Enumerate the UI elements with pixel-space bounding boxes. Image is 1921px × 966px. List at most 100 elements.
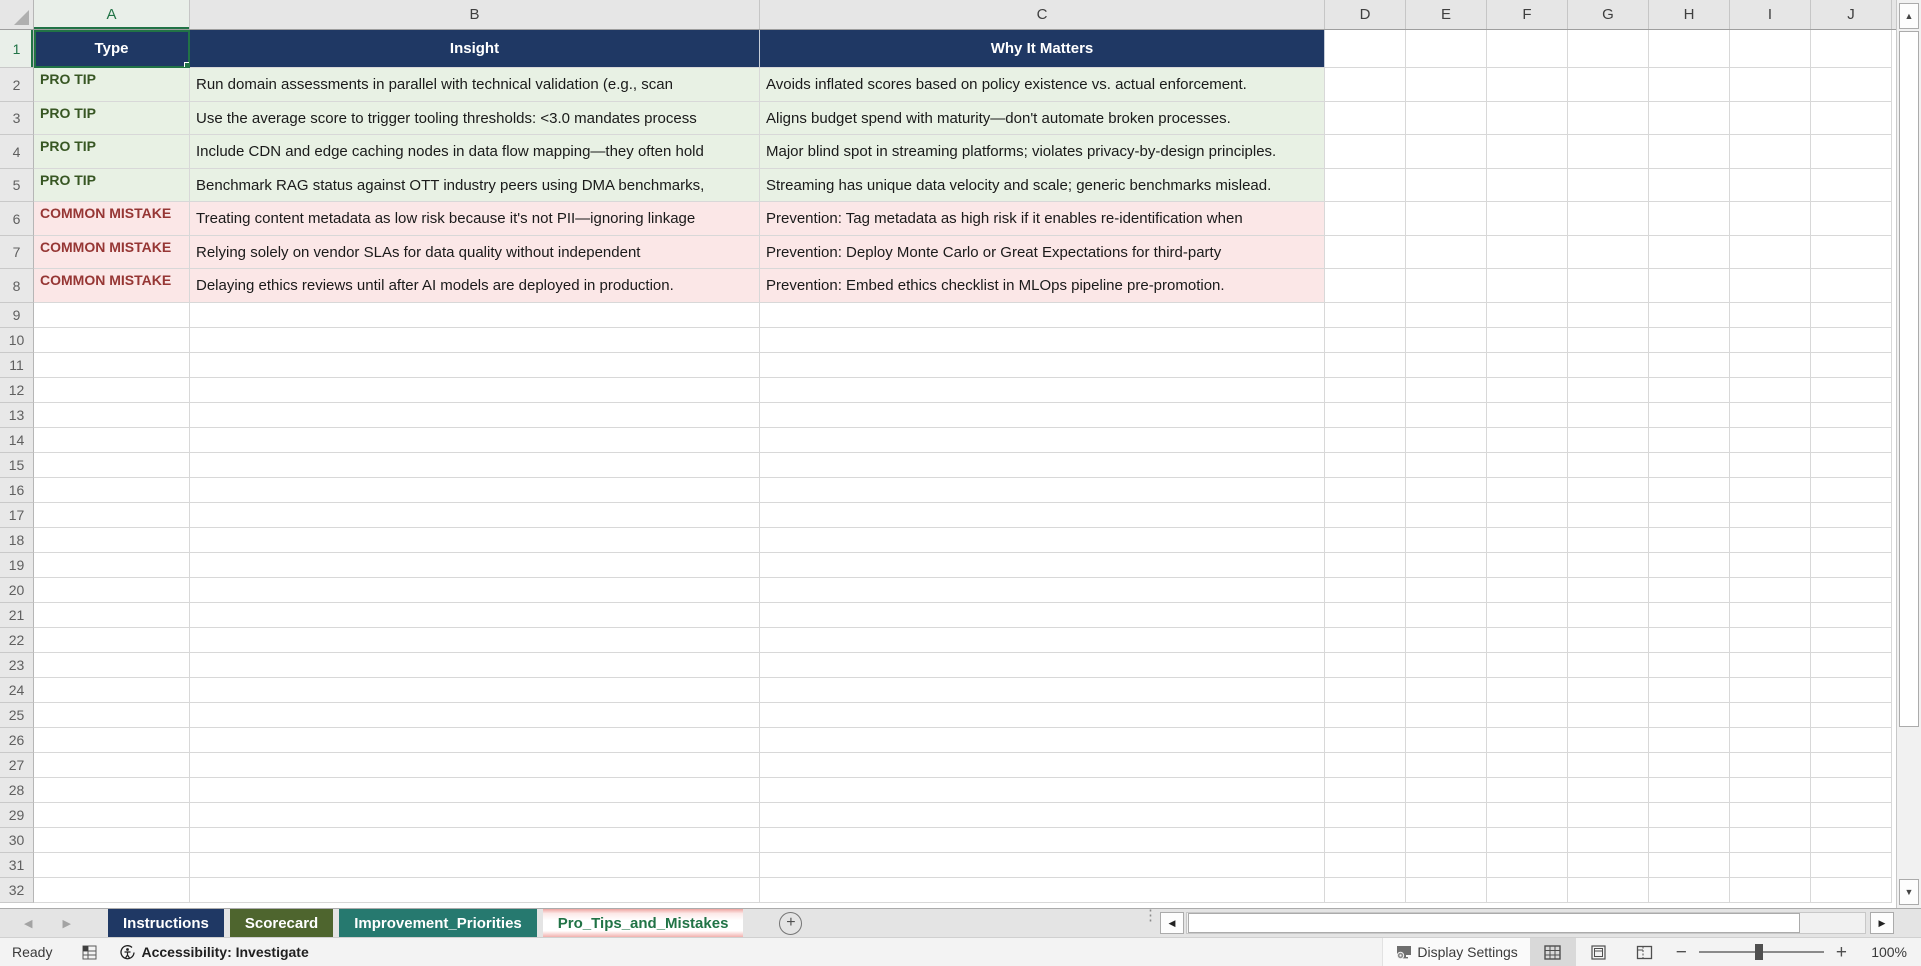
cell-B31[interactable] xyxy=(190,853,760,878)
page-break-preview-button[interactable] xyxy=(1622,938,1668,966)
cell-D9[interactable] xyxy=(1325,303,1406,328)
cell-F17[interactable] xyxy=(1487,503,1568,528)
cell-I10[interactable] xyxy=(1730,328,1811,353)
cell-F26[interactable] xyxy=(1487,728,1568,753)
cell-E31[interactable] xyxy=(1406,853,1487,878)
cell-B32[interactable] xyxy=(190,878,760,903)
cell-B14[interactable] xyxy=(190,428,760,453)
cell-G10[interactable] xyxy=(1568,328,1649,353)
row-header-30[interactable]: 30 xyxy=(0,828,34,853)
cell-D2[interactable] xyxy=(1325,68,1406,102)
cell-C6[interactable]: Prevention: Tag metadata as high risk if… xyxy=(760,202,1325,236)
cell-B29[interactable] xyxy=(190,803,760,828)
cell-B24[interactable] xyxy=(190,678,760,703)
cell-D3[interactable] xyxy=(1325,102,1406,135)
cell-F12[interactable] xyxy=(1487,378,1568,403)
cell-H24[interactable] xyxy=(1649,678,1730,703)
cell-E12[interactable] xyxy=(1406,378,1487,403)
cell-A4[interactable]: PRO TIP xyxy=(34,135,190,169)
cell-B16[interactable] xyxy=(190,478,760,503)
cell-E24[interactable] xyxy=(1406,678,1487,703)
cell-A6[interactable]: COMMON MISTAKE xyxy=(34,202,190,236)
cell-J18[interactable] xyxy=(1811,528,1892,553)
cell-J20[interactable] xyxy=(1811,578,1892,603)
cell-H19[interactable] xyxy=(1649,553,1730,578)
cell-H14[interactable] xyxy=(1649,428,1730,453)
cell-E15[interactable] xyxy=(1406,453,1487,478)
cell-A29[interactable] xyxy=(34,803,190,828)
cell-J13[interactable] xyxy=(1811,403,1892,428)
cell-E28[interactable] xyxy=(1406,778,1487,803)
cell-B8[interactable]: Delaying ethics reviews until after AI m… xyxy=(190,269,760,303)
cell-E10[interactable] xyxy=(1406,328,1487,353)
cell-G31[interactable] xyxy=(1568,853,1649,878)
cell-E4[interactable] xyxy=(1406,135,1487,169)
cell-F31[interactable] xyxy=(1487,853,1568,878)
cell-G29[interactable] xyxy=(1568,803,1649,828)
cell-J7[interactable] xyxy=(1811,236,1892,269)
cell-C16[interactable] xyxy=(760,478,1325,503)
row-header-13[interactable]: 13 xyxy=(0,403,34,428)
cell-J22[interactable] xyxy=(1811,628,1892,653)
cell-G22[interactable] xyxy=(1568,628,1649,653)
cell-I20[interactable] xyxy=(1730,578,1811,603)
cell-J8[interactable] xyxy=(1811,269,1892,303)
cell-G21[interactable] xyxy=(1568,603,1649,628)
cell-D10[interactable] xyxy=(1325,328,1406,353)
cell-H17[interactable] xyxy=(1649,503,1730,528)
cell-I24[interactable] xyxy=(1730,678,1811,703)
cell-J16[interactable] xyxy=(1811,478,1892,503)
cell-A32[interactable] xyxy=(34,878,190,903)
cell-H4[interactable] xyxy=(1649,135,1730,169)
col-header-E[interactable]: E xyxy=(1406,0,1487,29)
cell-B12[interactable] xyxy=(190,378,760,403)
cell-D19[interactable] xyxy=(1325,553,1406,578)
cell-C3[interactable]: Aligns budget spend with maturity—don't … xyxy=(760,102,1325,135)
cell-G19[interactable] xyxy=(1568,553,1649,578)
cell-E7[interactable] xyxy=(1406,236,1487,269)
row-header-10[interactable]: 10 xyxy=(0,328,34,353)
cell-B26[interactable] xyxy=(190,728,760,753)
cell-E1[interactable] xyxy=(1406,30,1487,68)
cell-G1[interactable] xyxy=(1568,30,1649,68)
scroll-right-button[interactable]: ▶ xyxy=(1870,912,1894,934)
cell-F5[interactable] xyxy=(1487,169,1568,202)
cell-J21[interactable] xyxy=(1811,603,1892,628)
cell-B22[interactable] xyxy=(190,628,760,653)
cell-C23[interactable] xyxy=(760,653,1325,678)
cell-A18[interactable] xyxy=(34,528,190,553)
cell-G14[interactable] xyxy=(1568,428,1649,453)
cell-D7[interactable] xyxy=(1325,236,1406,269)
cell-C12[interactable] xyxy=(760,378,1325,403)
row-header-23[interactable]: 23 xyxy=(0,653,34,678)
cell-I26[interactable] xyxy=(1730,728,1811,753)
cell-J17[interactable] xyxy=(1811,503,1892,528)
cell-A31[interactable] xyxy=(34,853,190,878)
cell-F21[interactable] xyxy=(1487,603,1568,628)
cell-E29[interactable] xyxy=(1406,803,1487,828)
cell-I29[interactable] xyxy=(1730,803,1811,828)
cell-F24[interactable] xyxy=(1487,678,1568,703)
cell-B5[interactable]: Benchmark RAG status against OTT industr… xyxy=(190,169,760,202)
row-header-2[interactable]: 2 xyxy=(0,68,34,102)
cell-C22[interactable] xyxy=(760,628,1325,653)
sheet-tab-pro-tips-and-mistakes[interactable]: Pro_Tips_and_Mistakes xyxy=(542,909,744,937)
cell-I8[interactable] xyxy=(1730,269,1811,303)
cell-G26[interactable] xyxy=(1568,728,1649,753)
cell-E9[interactable] xyxy=(1406,303,1487,328)
cell-I19[interactable] xyxy=(1730,553,1811,578)
cell-F13[interactable] xyxy=(1487,403,1568,428)
cell-G16[interactable] xyxy=(1568,478,1649,503)
cell-G13[interactable] xyxy=(1568,403,1649,428)
cell-J5[interactable] xyxy=(1811,169,1892,202)
cell-A11[interactable] xyxy=(34,353,190,378)
cell-G20[interactable] xyxy=(1568,578,1649,603)
row-header-29[interactable]: 29 xyxy=(0,803,34,828)
cell-I27[interactable] xyxy=(1730,753,1811,778)
cell-C32[interactable] xyxy=(760,878,1325,903)
row-header-6[interactable]: 6 xyxy=(0,202,34,236)
row-header-25[interactable]: 25 xyxy=(0,703,34,728)
cell-B10[interactable] xyxy=(190,328,760,353)
cell-H1[interactable] xyxy=(1649,30,1730,68)
row-header-18[interactable]: 18 xyxy=(0,528,34,553)
